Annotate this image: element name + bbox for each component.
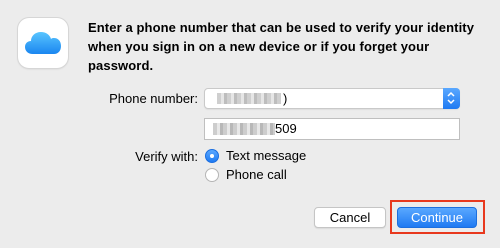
instruction-text: Enter a phone number that can be used to… (88, 20, 475, 73)
cancel-button[interactable]: Cancel (314, 207, 386, 228)
verify-phone-dialog: Enter a phone number that can be used to… (0, 0, 500, 248)
highlight-box (390, 200, 485, 234)
phone-number-visible-digits: 509 (275, 121, 297, 136)
radio-phone-call-label: Phone call (226, 167, 287, 182)
phone-number-label: Phone number: (109, 91, 198, 106)
radio-unselected-icon[interactable] (205, 168, 219, 182)
icloud-icon (18, 18, 68, 68)
verify-with-label: Verify with: (135, 149, 198, 164)
country-code-value: ) (283, 91, 288, 106)
phone-number-input[interactable]: 509 (204, 118, 460, 140)
chevron-up-down-icon[interactable] (443, 88, 460, 109)
country-code-select[interactable]: ) (204, 88, 460, 109)
redacted-country (217, 93, 281, 104)
redacted-phone-digits (213, 123, 275, 135)
radio-text-message-label: Text message (226, 148, 307, 163)
radio-selected-icon[interactable] (205, 149, 219, 163)
